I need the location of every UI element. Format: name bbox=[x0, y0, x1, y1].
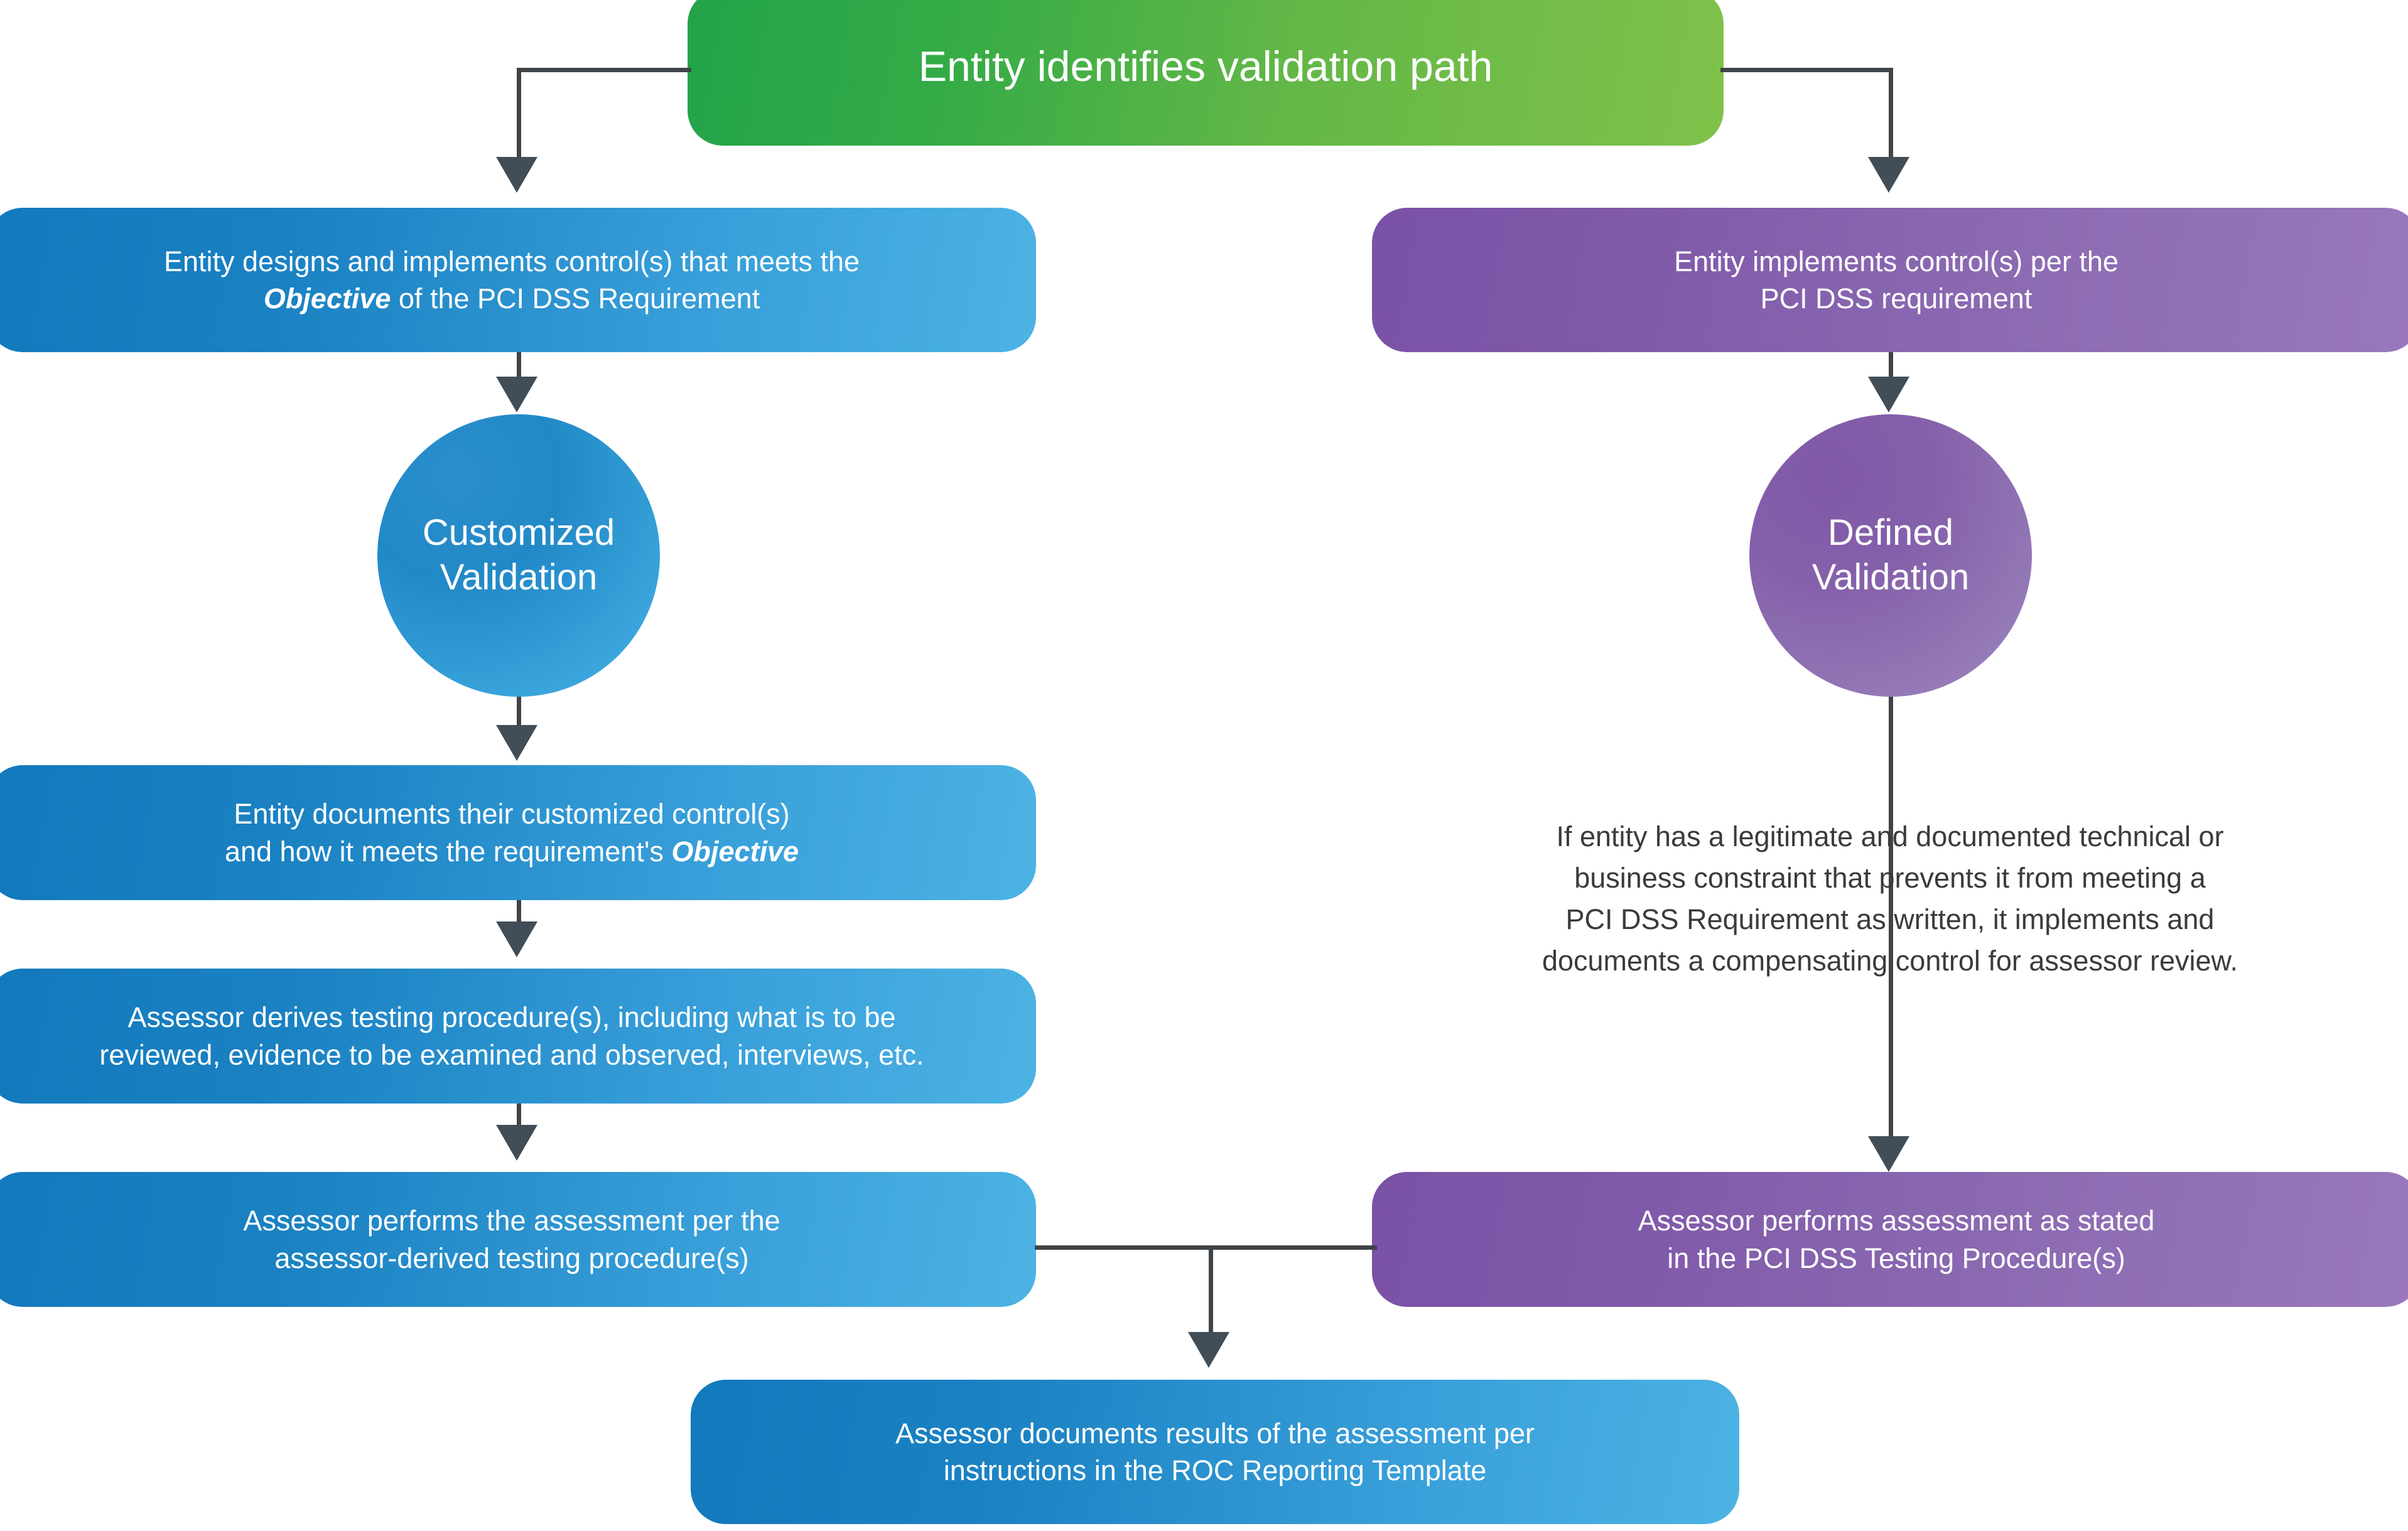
connector-left-2-vertical bbox=[517, 697, 521, 728]
node-entity-documents-customized-controls[interactable]: Entity documents their customized contro… bbox=[0, 765, 1036, 900]
connector-top-right-horizontal bbox=[1720, 68, 1893, 72]
circle-defined-validation[interactable]: Defined Validation bbox=[1749, 414, 2032, 697]
node-label-line2: PCI DSS requirement bbox=[1760, 282, 2033, 314]
circle-label-line2: Validation bbox=[440, 557, 598, 598]
node-entity-designs-implements-controls[interactable]: Entity designs and implements control(s)… bbox=[0, 208, 1036, 352]
node-label-line1: Entity implements control(s) per the bbox=[1674, 245, 2119, 277]
node-label-line2-pre: and how it meets the requirement's bbox=[224, 835, 672, 868]
circle-label-line1: Defined bbox=[1828, 512, 1953, 554]
connector-top-left-horizontal bbox=[517, 68, 691, 72]
node-label: Assessor performs assessment as stated i… bbox=[1397, 1202, 2395, 1277]
note-line4: documents a compensating control for ass… bbox=[1541, 945, 2238, 977]
note-line2: business constraint that prevents it fro… bbox=[1574, 862, 2206, 894]
arrowhead-right-2 bbox=[1868, 1136, 1909, 1172]
connector-top-left-vertical bbox=[517, 68, 521, 159]
connector-left-3-vertical bbox=[517, 900, 521, 924]
note-compensating-control: If entity has a legitimate and documente… bbox=[1469, 816, 2311, 982]
note-line1: If entity has a legitimate and documente… bbox=[1556, 820, 2224, 852]
circle-label: Customized Validation bbox=[423, 511, 615, 600]
circle-label: Defined Validation bbox=[1812, 511, 1969, 600]
node-label-line1: Entity designs and implements control(s)… bbox=[163, 245, 860, 277]
node-assessor-documents-results[interactable]: Assessor documents results of the assess… bbox=[691, 1380, 1739, 1524]
node-label: Entity designs and implements control(s)… bbox=[13, 243, 1011, 318]
node-entity-identifies-validation-path[interactable]: Entity identifies validation path bbox=[688, 0, 1724, 146]
node-label: Assessor derives testing procedure(s), i… bbox=[13, 999, 1011, 1073]
node-assessor-performs-assessment-pci-dss[interactable]: Assessor performs assessment as stated i… bbox=[1372, 1172, 2408, 1307]
node-label-line2: reviewed, evidence to be examined and ob… bbox=[99, 1038, 924, 1071]
arrowhead-left-2 bbox=[496, 725, 537, 761]
node-label-line2: in the PCI DSS Testing Procedure(s) bbox=[1667, 1242, 2125, 1274]
arrowhead-left-3 bbox=[496, 921, 537, 957]
arrowhead-left-1 bbox=[496, 377, 537, 412]
node-label: Entity identifies validation path bbox=[918, 43, 1493, 91]
note-line3: PCI DSS Requirement as written, it imple… bbox=[1565, 903, 2215, 936]
connector-left-4-vertical bbox=[517, 1104, 521, 1127]
node-label-emphasis: Objective bbox=[671, 835, 799, 868]
node-label-line2: assessor-derived testing procedure(s) bbox=[274, 1242, 749, 1274]
node-label-line1: Assessor performs the assessment per the bbox=[243, 1205, 780, 1237]
node-entity-implements-controls-per-requirement[interactable]: Entity implements control(s) per the PCI… bbox=[1372, 208, 2408, 352]
node-label: Assessor performs the assessment per the… bbox=[13, 1202, 1011, 1277]
connector-merge-horizontal bbox=[1035, 1245, 1377, 1250]
node-label-line1: Entity documents their customized contro… bbox=[234, 798, 790, 830]
flowchart-canvas: Entity identifies validation path Entity… bbox=[0, 0, 2408, 1531]
node-assessor-derives-testing-procedures[interactable]: Assessor derives testing procedure(s), i… bbox=[0, 969, 1036, 1104]
node-label-line1: Assessor performs assessment as stated bbox=[1638, 1205, 2155, 1237]
circle-label-line2: Validation bbox=[1811, 557, 1970, 598]
node-label: Entity implements control(s) per the PCI… bbox=[1397, 243, 2395, 318]
node-label-line2: instructions in the ROC Reporting Templa… bbox=[943, 1454, 1487, 1486]
arrowhead-right-1 bbox=[1868, 377, 1909, 412]
node-label-line1: Assessor derives testing procedure(s), i… bbox=[127, 1001, 896, 1034]
connector-merge-vertical bbox=[1209, 1245, 1213, 1335]
node-label: Assessor documents results of the assess… bbox=[716, 1415, 1714, 1490]
node-label-emphasis: Objective bbox=[263, 282, 391, 314]
node-label: Entity documents their customized contro… bbox=[13, 795, 1011, 870]
circle-customized-validation[interactable]: Customized Validation bbox=[377, 414, 660, 697]
arrowhead-left-4 bbox=[496, 1125, 537, 1161]
node-assessor-performs-assessment-derived[interactable]: Assessor performs the assessment per the… bbox=[0, 1172, 1036, 1307]
circle-label-line1: Customized bbox=[422, 512, 615, 554]
arrowhead-merge bbox=[1188, 1332, 1229, 1368]
node-label-line2-post: of the PCI DSS Requirement bbox=[391, 282, 760, 314]
arrowhead-top-right bbox=[1868, 157, 1909, 193]
connector-top-right-vertical bbox=[1889, 68, 1893, 159]
node-label-line1: Assessor documents results of the assess… bbox=[895, 1417, 1535, 1449]
arrowhead-top-left bbox=[496, 157, 537, 193]
